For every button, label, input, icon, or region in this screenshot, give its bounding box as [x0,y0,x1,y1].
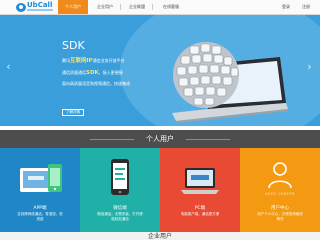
user-icon [268,162,292,189]
card-wechat[interactable]: 微信端 微信通话，无需安装，打开便 能轻松通话 [80,148,160,240]
hero-banner: ‹ › SDK 腾讯互联网IP通信业务开放平台 通话质量通话SDK，接入更便捷 … [0,15,320,126]
section-title-enterprise: 企业用户 [0,232,320,240]
hero-line-2-pre: 通话质量通话 [62,70,86,75]
keyboard-sphere-illustration [173,42,239,108]
nav-item-enterprise[interactable]: 企业用户 [92,0,118,14]
card-user-center-desc-2: 情况 [276,217,284,221]
hero-line-2-post: ，接入更便捷 [98,70,123,75]
register-link[interactable]: 注册 [302,0,310,14]
card-app-title: APP端 [33,206,47,211]
top-navbar: UbCall 个人用户 企业用户 企业联盟 在线客服 登录 注册 [0,0,320,15]
logo-tagline-bar [27,9,53,11]
hero-line-2-highlight: SDK [86,70,99,76]
nav-item-personal[interactable]: 个人用户 [58,0,88,14]
card-app[interactable]: APP端 支持跨网络通话，零漫游，低 资费 [0,148,80,240]
chevron-left-icon[interactable]: ‹ [4,57,13,77]
learn-more-button[interactable]: 了解详情 [62,109,84,116]
card-app-desc-2: 资费 [36,217,44,221]
nav-item-support[interactable]: 在线客服 [158,0,184,14]
chevron-right-icon[interactable]: › [305,57,314,77]
section-title-text: 个人用户 [146,135,174,143]
hero-line-1-post: 通信业务开放平台 [92,58,125,63]
hero-line-3: 面向高质量语音和视频通信，快速集成 [62,81,130,86]
card-wechat-title: 微信端 [113,206,127,211]
card-pc-title: PC端 [194,206,206,211]
card-pc[interactable]: PC端 电脑客户端，通话更方便 [160,148,240,240]
hero-line-1-highlight: 互联网IP [70,58,93,64]
nav-divider [120,4,121,10]
nav-item-alliance[interactable]: 企业联盟 [124,0,150,14]
login-link[interactable]: 登录 [282,0,290,14]
page: UbCall 个人用户 企业用户 企业联盟 在线客服 登录 注册 ‹ › SDK… [0,0,320,240]
card-user-center-title: 用户中心 [271,206,289,211]
card-wechat-desc-2: 能轻松通话 [111,217,129,221]
card-user-center-badge: USER CENTER [264,192,296,196]
title-divider-left [90,139,134,140]
phone-wechat-icon [111,159,129,195]
hero-line-2: 通话质量通话SDK，接入更便捷 [62,70,123,76]
hero-line-1: 腾讯互联网IP通信业务开放平台 [62,58,125,64]
logo-icon [16,3,26,12]
tablet-phone-icon [20,164,62,192]
card-pc-desc: 电脑客户端，通话更方便 [180,212,220,216]
nav-divider [152,4,153,10]
laptop-icon [181,168,219,194]
brand-logo[interactable]: UbCall [16,1,56,14]
section-title-personal: 个人用户 [0,130,320,148]
hero-title: SDK [62,39,85,52]
card-user-center[interactable]: USER CENTER 用户中心 用户个人中心，方便查询使用 情况 [240,148,320,240]
title-divider-right [186,139,230,140]
hero-line-1-pre: 腾讯 [62,58,70,63]
